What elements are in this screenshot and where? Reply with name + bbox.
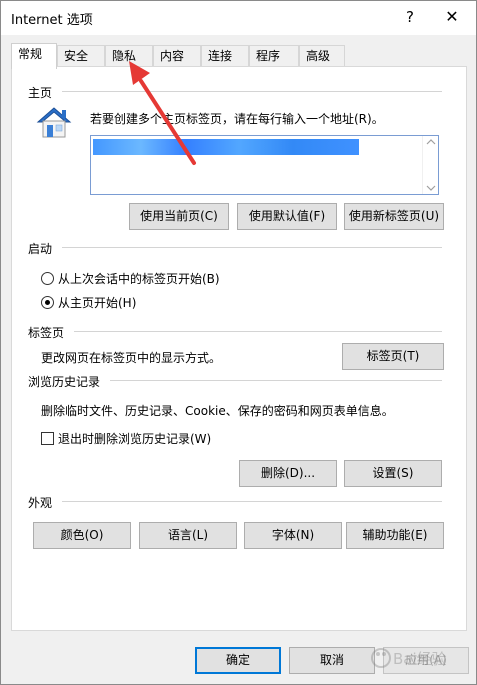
delete-history-button[interactable]: 删除(D)... bbox=[239, 460, 337, 487]
use-current-button[interactable]: 使用当前页(C) bbox=[129, 203, 229, 230]
home-url-redacted bbox=[93, 139, 359, 155]
startup-section-divider bbox=[62, 247, 442, 248]
languages-button[interactable]: 语言(L) bbox=[139, 522, 237, 549]
scroll-down-icon[interactable] bbox=[423, 184, 439, 192]
apply-button[interactable]: 应用(A) bbox=[383, 647, 469, 674]
home-instruction: 若要创建多个主页标签页，请在每行输入一个地址(R)。 bbox=[90, 112, 384, 126]
startup-last-session-radio[interactable] bbox=[41, 272, 54, 285]
title-bar: Internet 选项 ? ✕ bbox=[1, 1, 476, 35]
history-section-title: 浏览历史记录 bbox=[28, 375, 101, 389]
use-default-button[interactable]: 使用默认值(F) bbox=[237, 203, 337, 230]
history-description: 删除临时文件、历史记录、Cookie、保存的密码和网页表单信息。 bbox=[41, 404, 394, 418]
window-title: Internet 选项 bbox=[11, 13, 93, 28]
startup-home-radio[interactable] bbox=[41, 296, 54, 309]
tabs-section-title: 标签页 bbox=[28, 326, 65, 340]
tab-advanced[interactable]: 高级 bbox=[299, 45, 345, 67]
tabs-description: 更改网页在标签页中的显示方式。 bbox=[41, 351, 222, 365]
cancel-button[interactable]: 取消 bbox=[289, 647, 375, 674]
tab-privacy[interactable]: 隐私 bbox=[105, 45, 153, 67]
ok-button[interactable]: 确定 bbox=[195, 647, 281, 674]
tab-connections[interactable]: 连接 bbox=[201, 45, 249, 67]
textarea-scrollbar[interactable] bbox=[422, 136, 438, 194]
startup-section-title: 启动 bbox=[28, 242, 53, 256]
internet-options-dialog: Internet 选项 ? ✕ 常规 安全 隐私 内容 连接 程序 高级 主页 … bbox=[0, 0, 477, 685]
tab-general[interactable]: 常规 bbox=[11, 43, 57, 69]
tab-strip: 常规 安全 隐私 内容 连接 程序 高级 bbox=[11, 43, 471, 69]
use-new-tab-button[interactable]: 使用新标签页(U) bbox=[344, 203, 444, 230]
tab-programs[interactable]: 程序 bbox=[249, 45, 299, 67]
general-tab-panel: 主页 若要创建多个主页标签页，请在每行输入一个地址(R)。 使用当前页(C) 使… bbox=[11, 66, 467, 631]
tab-security[interactable]: 安全 bbox=[57, 45, 105, 67]
fonts-button[interactable]: 字体(N) bbox=[244, 522, 342, 549]
colors-button[interactable]: 颜色(O) bbox=[33, 522, 131, 549]
tabs-section-divider bbox=[74, 331, 442, 332]
home-section-divider bbox=[62, 91, 442, 92]
scroll-up-icon[interactable] bbox=[423, 138, 439, 146]
home-section-title: 主页 bbox=[28, 86, 53, 100]
home-page-address-input[interactable] bbox=[90, 135, 439, 195]
tabs-settings-button[interactable]: 标签页(T) bbox=[342, 343, 444, 370]
home-house-icon bbox=[36, 107, 72, 138]
accessibility-button[interactable]: 辅助功能(E) bbox=[346, 522, 444, 549]
delete-history-on-exit-checkbox[interactable] bbox=[41, 432, 54, 445]
appearance-section-title: 外观 bbox=[28, 496, 53, 510]
startup-last-session-label[interactable]: 从上次会话中的标签页开始(B) bbox=[58, 270, 220, 287]
close-button[interactable]: ✕ bbox=[437, 5, 467, 29]
appearance-section-divider bbox=[62, 501, 442, 502]
tab-content[interactable]: 内容 bbox=[153, 45, 201, 67]
help-button[interactable]: ? bbox=[399, 5, 421, 29]
delete-history-on-exit-label[interactable]: 退出时删除浏览历史记录(W) bbox=[58, 430, 211, 447]
history-settings-button[interactable]: 设置(S) bbox=[344, 460, 442, 487]
history-section-divider bbox=[110, 380, 442, 381]
startup-home-label[interactable]: 从主页开始(H) bbox=[58, 294, 136, 311]
